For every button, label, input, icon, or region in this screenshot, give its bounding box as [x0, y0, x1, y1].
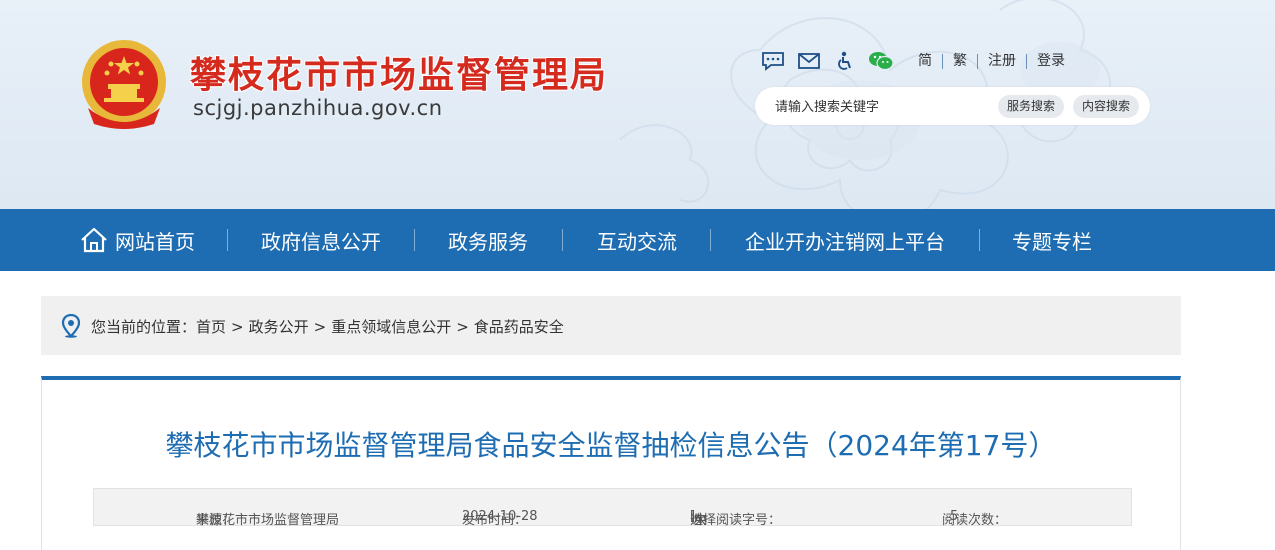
traditional-chinese-link[interactable]: 繁: [943, 52, 977, 70]
search-input[interactable]: [773, 96, 987, 118]
content-search-button[interactable]: 内容搜索: [1073, 95, 1140, 118]
national-emblem-logo: [82, 40, 166, 129]
date-value: 2024-10-28: [462, 509, 538, 524]
mail-icon[interactable]: [796, 50, 822, 72]
breadcrumb-gov-affairs[interactable]: 政务公开: [249, 318, 309, 336]
service-search-button[interactable]: 服务搜索: [998, 95, 1065, 118]
nav-item-interaction[interactable]: 互动交流: [577, 209, 697, 271]
location-pin-icon: [61, 314, 81, 338]
nav-label: 网站首页: [115, 229, 195, 254]
font-size-small-button[interactable]: 小: [694, 509, 707, 528]
breadcrumb-separator: >: [231, 318, 244, 336]
home-icon: [81, 227, 107, 253]
breadcrumb-trail: 您当前的位置：首页 > 政务公开 > 重点领域信息公开 > 食品药品安全: [91, 316, 564, 337]
wechat-icon[interactable]: [868, 50, 894, 72]
nav-item-home[interactable]: 网站首页: [62, 209, 212, 271]
header-toolbar: 简 繁 注册 登录: [760, 50, 1075, 72]
message-icon[interactable]: [760, 50, 786, 72]
nav-divider: [562, 229, 563, 251]
nav-item-gov-info[interactable]: 政府信息公开: [240, 209, 402, 271]
main-nav: 网站首页 政府信息公开 政务服务 互动交流 企业开办注销网上平台 专题专栏: [0, 209, 1275, 271]
breadcrumb-food-drug-safety[interactable]: 食品药品安全: [474, 318, 564, 336]
bracket-close: ]: [690, 509, 696, 524]
article-meta-bar: 来源： 攀枝花市市场监督管理局 发布时间： 2024-10-28 选择阅读字号：[ …: [93, 488, 1132, 528]
search-box: 服务搜索 内容搜索: [755, 87, 1150, 125]
breadcrumb-key-areas[interactable]: 重点领域信息公开: [331, 318, 451, 336]
breadcrumb-separator: >: [313, 318, 327, 336]
site-header: 攀枝花市市场监督管理局 scjgj.panzhihua.gov.cn 简 繁 注…: [0, 0, 1275, 209]
breadcrumb-home[interactable]: 首页: [196, 318, 226, 336]
login-link[interactable]: 登录: [1027, 52, 1075, 70]
accessibility-icon[interactable]: [832, 50, 858, 72]
nav-item-special-topics[interactable]: 专题专栏: [992, 209, 1112, 271]
breadcrumb-separator: >: [456, 318, 469, 336]
simplified-chinese-link[interactable]: 简: [908, 52, 942, 70]
source-value: 攀枝花市市场监督管理局: [196, 513, 340, 528]
breadcrumb: 您当前的位置：首页 > 政务公开 > 重点领域信息公开 > 食品药品安全: [41, 296, 1181, 355]
nav-divider: [227, 229, 228, 251]
nav-divider: [414, 229, 415, 251]
site-title: 攀枝花市市场监督管理局: [190, 55, 609, 96]
breadcrumb-prefix: 您当前的位置：: [91, 318, 197, 336]
register-link[interactable]: 注册: [978, 52, 1026, 70]
article-panel: 攀枝花市市场监督管理局食品安全监督抽检信息公告（2024年第17号） 来源： 攀枝…: [41, 376, 1181, 550]
nav-divider: [710, 229, 711, 251]
nav-item-gov-services[interactable]: 政务服务: [428, 209, 548, 271]
article-title: 攀枝花市市场监督管理局食品安全监督抽检信息公告（2024年第17号）: [165, 429, 1057, 462]
nav-divider: [979, 229, 980, 251]
site-domain: scjgj.panzhihua.gov.cn: [193, 96, 443, 120]
nav-item-enterprise-platform[interactable]: 企业开办注销网上平台: [725, 209, 965, 271]
views-value: 5: [950, 509, 959, 524]
